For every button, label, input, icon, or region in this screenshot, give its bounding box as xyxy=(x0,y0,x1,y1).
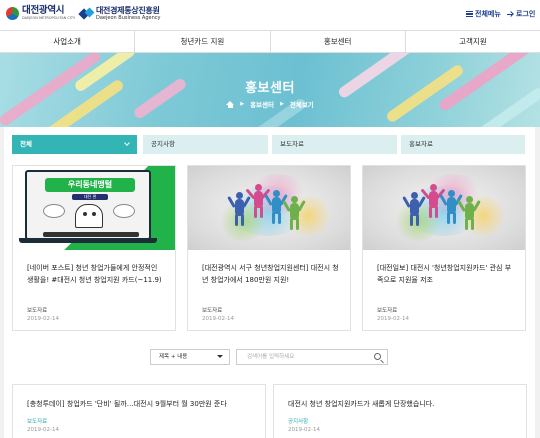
jumping-person-icon xyxy=(245,184,271,218)
business-agency-logo[interactable]: 대전경제통상진흥원 Daejeon Business Agency xyxy=(80,6,160,21)
news-card[interactable]: [대전광역시 서구 청년창업지원센터] 대전시 청년 창업가에서 180만원 지… xyxy=(187,165,351,331)
thumb-subline: 대전 편 xyxy=(72,194,108,200)
news-card[interactable]: [대전일보] 대전시 '청년창업지원카드' 관심 부족으로 지원율 저조 보도자… xyxy=(362,165,526,331)
search-input[interactable] xyxy=(237,350,367,364)
jumping-person-icon xyxy=(439,190,463,224)
all-menu-button[interactable]: 전체메뉴 xyxy=(466,9,501,19)
agency-emblem-icon xyxy=(80,8,94,20)
list-item[interactable]: [충청투데이] 창업카드 '단비' 될까…대전시 9월부터 월 30만원 준다 … xyxy=(12,384,266,438)
search-icon[interactable] xyxy=(374,353,381,360)
card-category: 보도자료 xyxy=(202,308,223,314)
list-item-category: 보도자료 xyxy=(27,419,48,425)
home-icon[interactable] xyxy=(226,100,235,108)
search-type-select[interactable]: 제목 + 내용 xyxy=(150,349,230,365)
agency-logo-name: 대전경제통상진흥원 xyxy=(96,6,160,15)
tab-label: 홍보자료 xyxy=(409,140,433,148)
card-title[interactable]: [네이버 포스트] 청년 창업가들에게 안정적인 생활을! #대전시 청년 창업… xyxy=(27,262,165,286)
jumping-person-icon xyxy=(227,192,251,226)
laptop-illustration: 우리동네맹털 대전 편 xyxy=(25,170,151,240)
hero-banner: 홍보센터 ▶ 홍보센터 ▶ 전체보기 xyxy=(0,53,540,127)
tab-all[interactable]: 전체 xyxy=(12,135,137,154)
card-title[interactable]: [대전일보] 대전시 '청년창업지원카드' 관심 부족으로 지원율 저조 xyxy=(377,262,515,286)
list-item-title[interactable]: 대전시 청년 창업지원카드가 새롭게 단장했습니다. xyxy=(288,399,434,409)
nav-item-youth-card[interactable]: 청년카드 지원 xyxy=(134,31,269,52)
card-thumbnail: 우리동네맹털 대전 편 xyxy=(13,166,175,250)
news-card[interactable]: 우리동네맹털 대전 편 [네이버 포스트] 청년 창업가들에게 안정적인 생활을… xyxy=(12,165,176,331)
daejeon-city-logo[interactable]: 대전광역시 DAEJEON METROPOLITAN CITY xyxy=(6,6,75,21)
search-box[interactable] xyxy=(236,349,388,365)
chevron-down-icon xyxy=(124,140,130,146)
city-emblem-icon xyxy=(6,7,19,20)
list-item-title[interactable]: [충청투데이] 창업카드 '단비' 될까…대전시 9월부터 월 30만원 준다 xyxy=(27,399,227,409)
agency-logo-sub: Daejeon Business Agency xyxy=(96,15,161,21)
card-title[interactable]: [대전광역시 서구 청년창업지원센터] 대전시 청년 창업가에서 180만원 지… xyxy=(202,262,340,286)
jumping-person-icon xyxy=(282,196,306,230)
nav-item-customer-support[interactable]: 고객지원 xyxy=(404,31,540,52)
card-date: 2019-02-14 xyxy=(27,316,59,322)
login-button[interactable]: 로그인 xyxy=(507,9,535,19)
jumping-person-icon xyxy=(457,196,481,230)
page-title: 홍보센터 xyxy=(245,81,295,96)
city-logo-sub: DAEJEON METROPOLITAN CITY xyxy=(22,16,76,20)
list-item-date: 2019-02-14 xyxy=(27,427,59,433)
breadcrumb-item[interactable]: 홍보센터 xyxy=(250,99,274,109)
card-thumbnail xyxy=(188,166,350,250)
main-nav: 사업소개 청년카드 지원 홍보센터 고객지원 xyxy=(0,30,540,53)
content-panel: 전체 공지사항 보도자료 홍보자료 우리동네맹털 대전 편 [네이버 포스트] … xyxy=(4,127,535,438)
list-item[interactable]: 대전시 청년 창업지원카드가 새롭게 단장했습니다. 공지사항 2019-02-… xyxy=(273,384,527,438)
jumping-person-icon xyxy=(402,192,426,226)
city-logo-name: 대전광역시 xyxy=(22,5,65,16)
login-label: 로그인 xyxy=(516,10,536,18)
nav-item-pr-center[interactable]: 홍보센터 xyxy=(269,31,405,52)
card-date: 2019-02-14 xyxy=(377,316,409,322)
list-item-category: 공지사항 xyxy=(288,419,309,425)
list-item-date: 2019-02-14 xyxy=(288,427,320,433)
tab-press[interactable]: 보도자료 xyxy=(272,135,397,154)
breadcrumb: ▶ 홍보센터 ▶ 전체보기 xyxy=(0,99,540,109)
jumping-person-icon xyxy=(264,190,288,224)
tab-label: 공지사항 xyxy=(151,140,175,148)
card-date: 2019-02-14 xyxy=(202,316,234,322)
search-type-value: 제목 + 내용 xyxy=(159,354,188,360)
jumping-person-icon xyxy=(420,184,446,218)
tab-notice[interactable]: 공지사항 xyxy=(143,135,268,154)
hamburger-icon xyxy=(466,11,473,17)
nav-item-business-intro[interactable]: 사업소개 xyxy=(0,31,134,52)
tab-label: 보도자료 xyxy=(280,140,304,148)
breadcrumb-item[interactable]: 전체보기 xyxy=(290,99,314,109)
dropdown-arrow-icon xyxy=(217,355,223,358)
tab-label: 전체 xyxy=(20,140,32,148)
card-category: 보도자료 xyxy=(377,308,398,314)
breadcrumb-separator-icon: ▶ xyxy=(280,101,284,107)
mailbox-character-icon xyxy=(75,204,103,228)
thumb-headline: 우리동네맹털 xyxy=(45,178,135,192)
breadcrumb-separator-icon: ▶ xyxy=(240,101,245,107)
card-thumbnail xyxy=(363,166,525,250)
all-menu-label: 전체메뉴 xyxy=(475,10,501,18)
tab-promotion[interactable]: 홍보자료 xyxy=(401,135,525,154)
card-category: 보도자료 xyxy=(27,308,48,314)
top-header: 대전광역시 DAEJEON METROPOLITAN CITY 대전경제통상진흥… xyxy=(0,0,540,30)
login-icon xyxy=(507,11,514,18)
